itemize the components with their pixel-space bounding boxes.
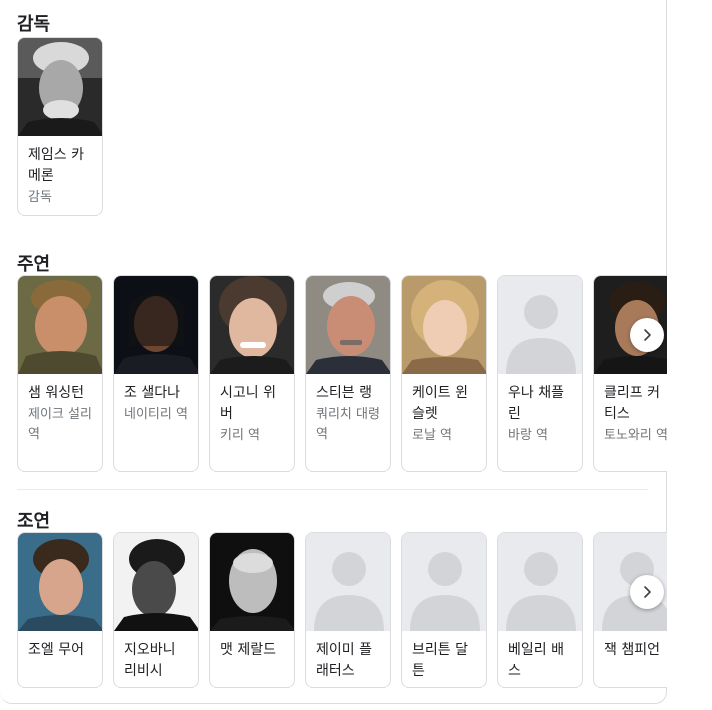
- person-name: 샘 워싱턴: [28, 385, 84, 401]
- person-name: 제이미 플래터스: [316, 642, 372, 679]
- person-role: 로날 역: [412, 428, 453, 443]
- cast-card[interactable]: 잭 챔피언: [593, 532, 667, 688]
- person-silhouette-icon: [498, 533, 582, 631]
- person-photo: [210, 533, 294, 631]
- person-name: 케이트 윈슬렛: [412, 385, 468, 422]
- cast-card[interactable]: 클리프 커티스 토노와리 역: [593, 275, 667, 472]
- person-name: 맷 제랄드: [220, 642, 276, 658]
- scroll-next-button[interactable]: [630, 575, 664, 609]
- person-photo: [210, 276, 294, 374]
- scroll-next-button[interactable]: [630, 318, 664, 352]
- person-photo: [306, 533, 390, 631]
- person-role: 감독: [28, 190, 52, 205]
- person-name: 잭 챔피언: [604, 642, 660, 658]
- chevron-right-icon: [644, 329, 651, 341]
- person-silhouette-icon: [402, 533, 486, 631]
- cast-card[interactable]: 샘 워싱턴 제이크 설리 역: [17, 275, 103, 472]
- portrait-image: [18, 38, 102, 136]
- person-name: 제임스 카메론: [28, 147, 84, 184]
- section-title-director: 감독: [17, 14, 51, 35]
- person-role: 쿼리치 대령 역: [316, 407, 380, 442]
- chevron-right-icon: [644, 586, 651, 598]
- person-name: 조엘 무어: [28, 642, 84, 658]
- cast-card[interactable]: 스티븐 랭 쿼리치 대령 역: [305, 275, 391, 472]
- person-name: 우나 채플린: [508, 385, 564, 422]
- person-photo: [498, 533, 582, 631]
- cast-card[interactable]: 제임스 카메론 감독: [17, 37, 103, 216]
- person-name: 베일리 배스: [508, 642, 564, 679]
- person-photo: [114, 276, 198, 374]
- portrait-image: [114, 276, 198, 374]
- cast-card[interactable]: 조엘 무어: [17, 532, 103, 688]
- person-name: 브리튼 달튼: [412, 642, 468, 679]
- section-title-supporting: 조연: [17, 511, 51, 532]
- person-role: 키리 역: [220, 428, 261, 443]
- cast-card[interactable]: 브리튼 달튼: [401, 532, 487, 688]
- cast-card[interactable]: 지오바니 리비시: [113, 532, 199, 688]
- person-photo: [402, 533, 486, 631]
- portrait-image: [210, 533, 294, 631]
- person-name: 스티븐 랭: [316, 385, 372, 401]
- section-divider: [17, 489, 648, 490]
- portrait-image: [18, 533, 102, 631]
- person-role: 바랑 역: [508, 428, 549, 443]
- person-role: 네이티리 역: [124, 407, 188, 422]
- person-photo: [306, 276, 390, 374]
- person-photo: [114, 533, 198, 631]
- person-photo: [498, 276, 582, 374]
- cast-card[interactable]: 케이트 윈슬렛 로날 역: [401, 275, 487, 472]
- cast-card[interactable]: 조 샐다나 네이티리 역: [113, 275, 199, 472]
- person-role: 제이크 설리 역: [28, 407, 92, 442]
- person-photo: [18, 276, 102, 374]
- cast-card[interactable]: 우나 채플린 바랑 역: [497, 275, 583, 472]
- person-silhouette-icon: [498, 276, 582, 374]
- cast-card[interactable]: 베일리 배스: [497, 532, 583, 688]
- section-title-lead: 주연: [17, 254, 51, 275]
- portrait-image: [18, 276, 102, 374]
- cast-card[interactable]: 제이미 플래터스: [305, 532, 391, 688]
- person-silhouette-icon: [306, 533, 390, 631]
- supporting-section: 조연 조엘 무어 지오바니 리비시 맷 제랄드 제이미 플래터스 브리튼 달튼 …: [0, 497, 667, 697]
- portrait-image: [402, 276, 486, 374]
- person-role: 토노와리 역: [604, 428, 667, 443]
- portrait-image: [306, 276, 390, 374]
- portrait-image: [114, 533, 198, 631]
- person-photo: [402, 276, 486, 374]
- person-name: 지오바니 리비시: [124, 642, 176, 679]
- person-name: 조 샐다나: [124, 385, 180, 401]
- person-photo: [18, 38, 102, 136]
- person-name: 시고니 위버: [220, 385, 276, 422]
- person-photo: [18, 533, 102, 631]
- cast-card[interactable]: 맷 제랄드: [209, 532, 295, 688]
- cast-card[interactable]: 시고니 위버 키리 역: [209, 275, 295, 472]
- lead-section: 주연 샘 워싱턴 제이크 설리 역 조 샐다나 네이티리 역 시고니 위버 키리…: [0, 240, 667, 490]
- person-name: 클리프 커티스: [604, 385, 660, 422]
- director-section: 감독 제임스 카메론 감독: [0, 0, 667, 232]
- portrait-image: [210, 276, 294, 374]
